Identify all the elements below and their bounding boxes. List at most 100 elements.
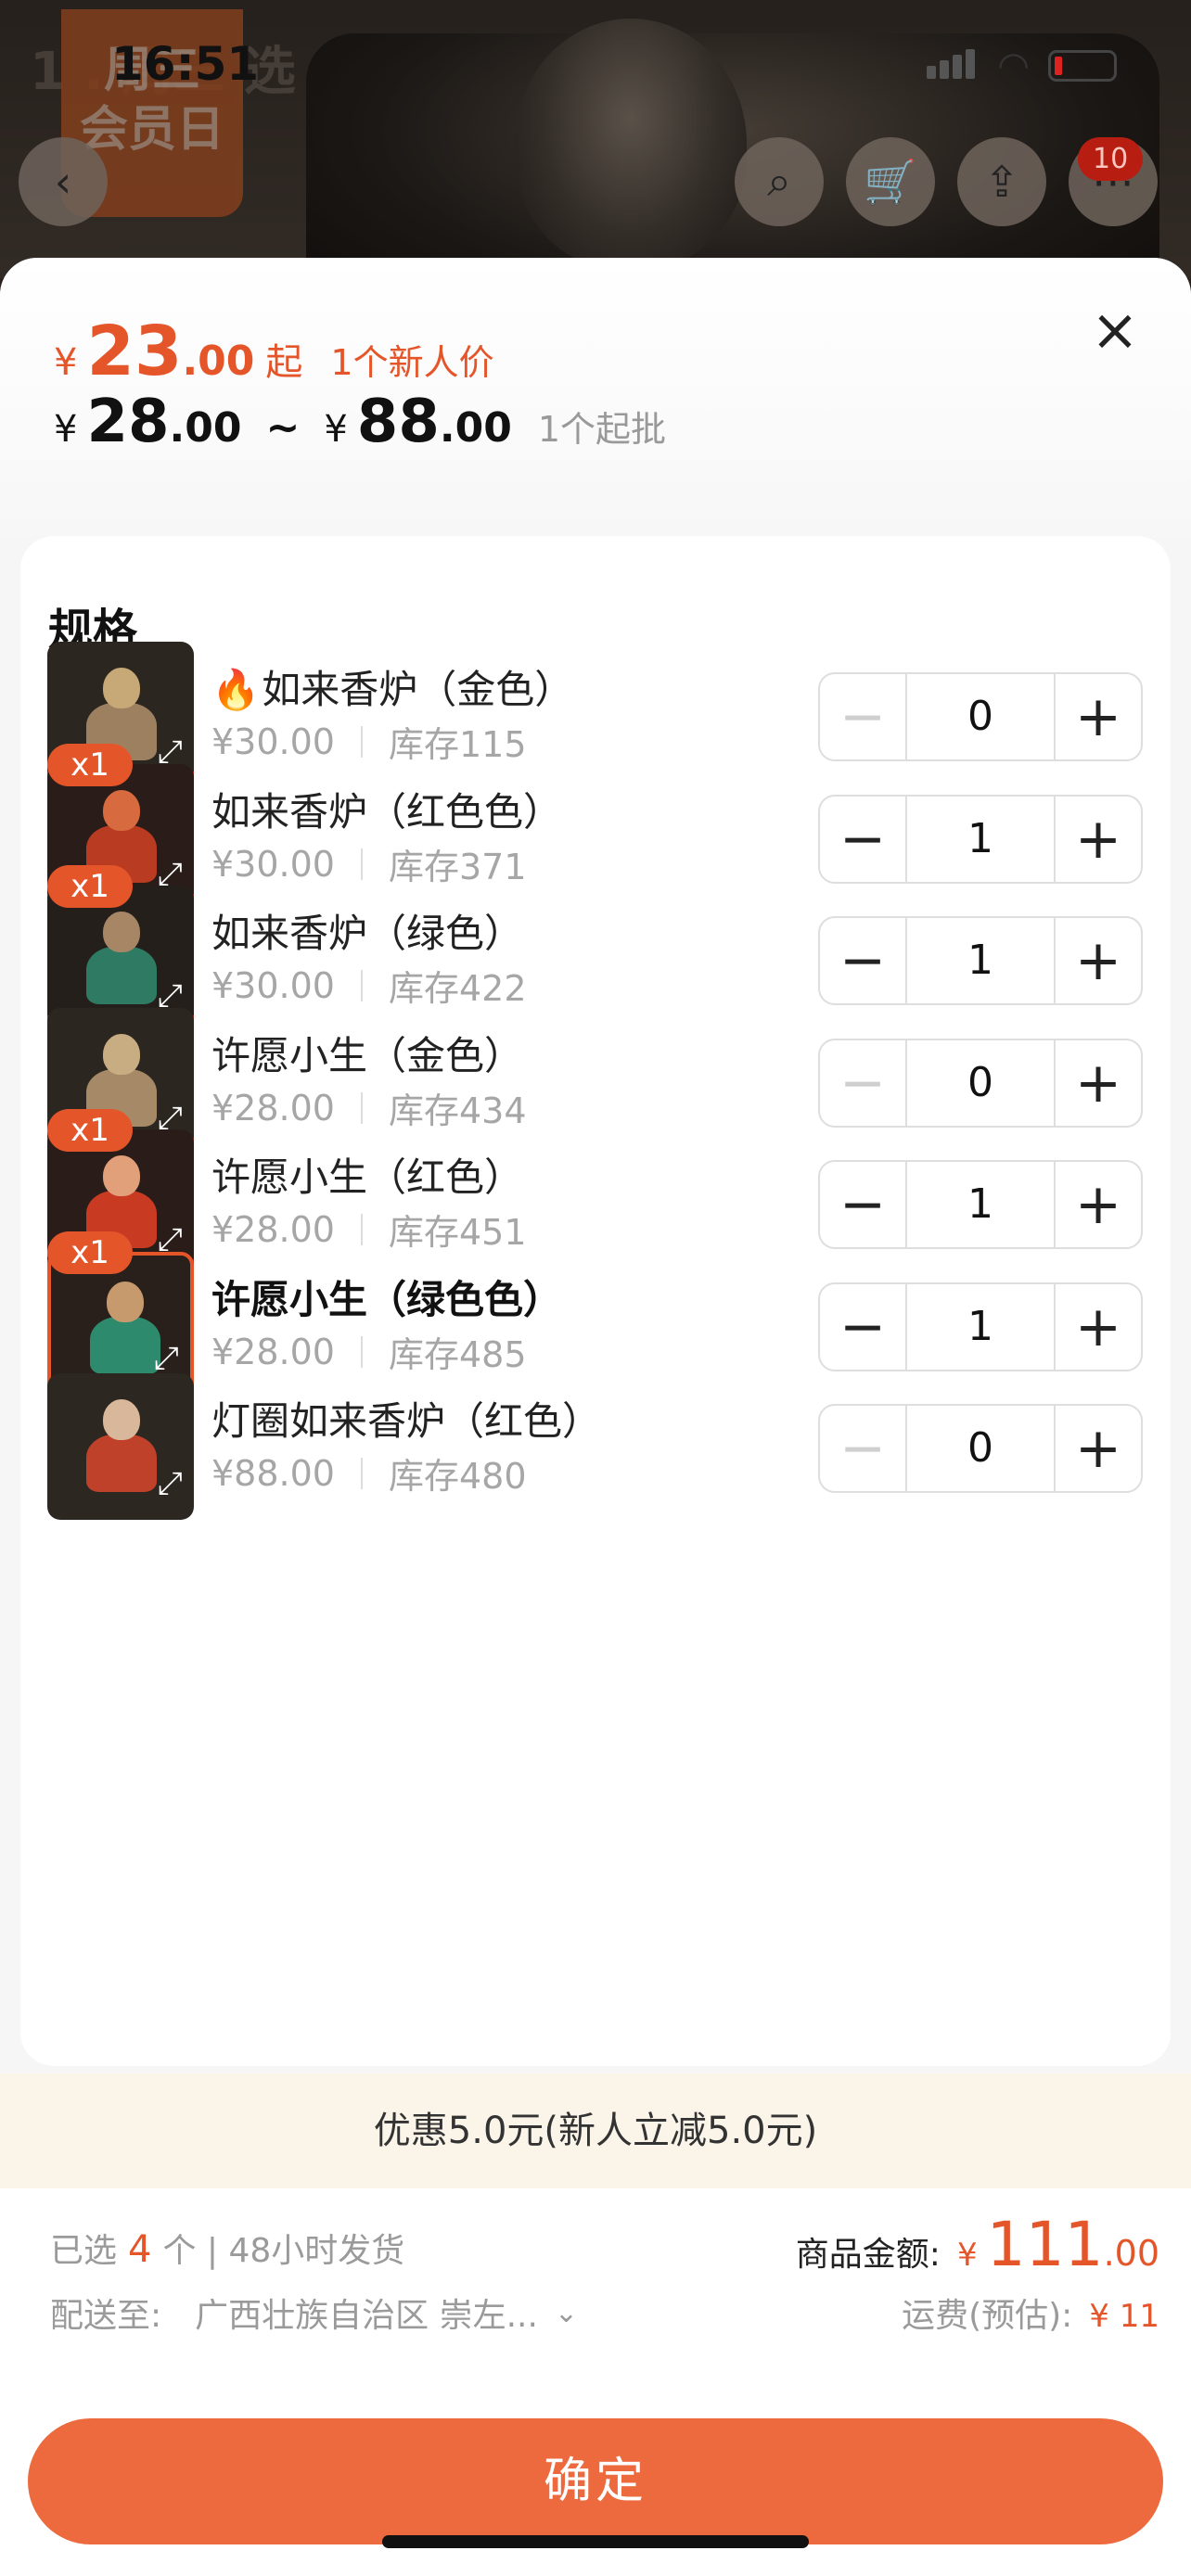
goods-amount: 商品金额: ¥ 111 .00 bbox=[796, 2209, 1159, 2280]
divider bbox=[360, 1457, 363, 1489]
discount-bar: 优惠5.0元(新人立减5.0元) bbox=[0, 2073, 1191, 2188]
expand-icon[interactable]: ⤢ bbox=[154, 1343, 179, 1374]
fire-icon: 🔥 bbox=[211, 667, 261, 712]
minus-icon[interactable]: − bbox=[820, 1406, 907, 1491]
signal-icon bbox=[927, 49, 979, 83]
price-range: ¥ 28 .00 ~ ¥ 88 .00 1个起批 bbox=[54, 388, 666, 456]
expand-icon[interactable]: ⤢ bbox=[158, 980, 183, 1012]
selected-suffix: 个 | 48小时发货 bbox=[162, 2232, 405, 2270]
quantity-stepper: −0 + bbox=[818, 1404, 1143, 1493]
amount-decimal: .00 bbox=[1103, 2233, 1159, 2274]
quantity-stepper: −1 + bbox=[818, 1160, 1143, 1249]
figurine-image bbox=[83, 1399, 159, 1501]
new-price-decimal: .00 bbox=[182, 338, 255, 385]
back-icon[interactable]: ‹ bbox=[19, 137, 108, 226]
quantity-stepper: −0 + bbox=[818, 1039, 1143, 1128]
divider bbox=[360, 848, 363, 880]
freight-label: 运费(预估): bbox=[902, 2297, 1073, 2335]
spec-meta: ¥30.00 库存422 bbox=[211, 960, 527, 1011]
minus-icon[interactable]: − bbox=[820, 674, 907, 759]
divider bbox=[360, 725, 363, 758]
plus-icon[interactable]: + bbox=[1054, 674, 1141, 759]
wifi-icon: ◠ bbox=[997, 45, 1030, 87]
quantity-value[interactable]: 1 bbox=[907, 797, 1054, 882]
spec-price: ¥28.00 bbox=[211, 1087, 335, 1129]
spec-stock: 库存434 bbox=[388, 1090, 527, 1131]
quantity-stepper: −1 + bbox=[818, 916, 1143, 1005]
price-header: × ¥ 23 .00 起 1个新人价 ¥ 28 .00 ~ ¥ 88 .00 1… bbox=[0, 258, 1191, 536]
plus-icon[interactable]: + bbox=[1054, 797, 1141, 882]
spec-meta: ¥28.00 库存451 bbox=[211, 1204, 527, 1255]
quantity-badge: x1 bbox=[47, 1231, 133, 1274]
spec-meta: ¥28.00 库存485 bbox=[211, 1326, 527, 1377]
new-price-suffix: 起 bbox=[265, 341, 303, 384]
minus-icon[interactable]: − bbox=[820, 1162, 907, 1247]
quantity-badge: x1 bbox=[47, 1109, 133, 1152]
quantity-value[interactable]: 0 bbox=[907, 1406, 1054, 1491]
plus-icon[interactable]: + bbox=[1054, 1406, 1141, 1491]
range-min-integer: 28 bbox=[86, 388, 170, 456]
spec-stock: 库存451 bbox=[388, 1212, 527, 1253]
freight-value: ¥ 11 bbox=[1089, 2298, 1159, 2335]
spec-price: ¥30.00 bbox=[211, 964, 335, 1006]
plus-icon[interactable]: + bbox=[1054, 918, 1141, 1003]
figurine-image bbox=[83, 912, 159, 1014]
share-icon[interactable]: ⇪ bbox=[957, 137, 1046, 226]
spec-name: 许愿小生（红色） bbox=[211, 1146, 523, 1203]
currency-symbol: ¥ bbox=[54, 408, 78, 451]
quantity-value[interactable]: 0 bbox=[907, 674, 1054, 759]
spec-name-text: 如来香炉（绿色） bbox=[211, 911, 524, 956]
quantity-value[interactable]: 1 bbox=[907, 1162, 1054, 1247]
spec-name-text: 灯圈如来香炉（红色） bbox=[211, 1398, 602, 1444]
quantity-badge: x1 bbox=[47, 744, 133, 786]
confirm-button[interactable]: 确定 bbox=[28, 2418, 1163, 2544]
divider bbox=[360, 1091, 363, 1124]
spec-price: ¥30.00 bbox=[211, 721, 335, 762]
search-icon[interactable]: ⌕ bbox=[735, 137, 824, 226]
spec-thumbnail[interactable]: ⤢ bbox=[47, 1373, 194, 1520]
currency-symbol: ¥ bbox=[54, 341, 78, 384]
quantity-stepper: −1 + bbox=[818, 795, 1143, 884]
amount-label: 商品金额: bbox=[795, 2236, 941, 2274]
expand-icon[interactable]: ⤢ bbox=[158, 736, 183, 768]
min-order-note: 1个起批 bbox=[537, 409, 666, 450]
minus-icon[interactable]: − bbox=[820, 1040, 907, 1126]
spec-stock: 库存480 bbox=[388, 1456, 527, 1497]
spec-card: 规格 ⤢金莲如来(金色) 宽8.5cm×高12cm🔥如来香炉（金色）¥30.00… bbox=[20, 536, 1171, 2066]
quantity-value[interactable]: 1 bbox=[907, 918, 1054, 1003]
spec-name-text: 许愿小生（金色） bbox=[211, 1033, 524, 1078]
plus-icon[interactable]: + bbox=[1054, 1040, 1141, 1126]
expand-icon[interactable]: ⤢ bbox=[158, 1468, 183, 1499]
chevron-down-icon: ⌄ bbox=[554, 2296, 579, 2329]
plus-icon[interactable]: + bbox=[1054, 1162, 1141, 1247]
product-header-background: 1 . 周三 选 周三 会员日 16:51 ◠ ‹ ⌕ 🛒 ⇪ ⋯ 10 bbox=[0, 0, 1191, 278]
plus-icon[interactable]: + bbox=[1054, 1284, 1141, 1370]
expand-icon[interactable]: ⤢ bbox=[158, 1224, 183, 1256]
quantity-badge: x1 bbox=[47, 865, 133, 908]
minus-icon[interactable]: − bbox=[820, 1284, 907, 1370]
ship-address: 广西壮族自治区 崇左... bbox=[195, 2297, 538, 2335]
selected-summary: 已选 4 个 | 48小时发货 bbox=[50, 2224, 404, 2272]
minus-icon[interactable]: − bbox=[820, 918, 907, 1003]
quantity-value[interactable]: 0 bbox=[907, 1040, 1054, 1126]
status-time: 16:51 bbox=[111, 37, 260, 91]
divider bbox=[360, 1213, 363, 1245]
shipping-address-selector[interactable]: 配送至: 广西壮族自治区 崇左... ⌄ bbox=[50, 2289, 578, 2337]
range-min-decimal: .00 bbox=[169, 404, 242, 452]
home-indicator bbox=[382, 2535, 809, 2548]
quantity-value[interactable]: 1 bbox=[907, 1284, 1054, 1370]
spec-name: 如来香炉（绿色） bbox=[211, 902, 523, 959]
selected-count: 4 bbox=[128, 2228, 152, 2271]
spec-stock: 库存115 bbox=[388, 724, 527, 765]
order-footer: 已选 4 个 | 48小时发货 配送至: 广西壮族自治区 崇左... ⌄ 商品金… bbox=[0, 2188, 1191, 2576]
spec-price: ¥28.00 bbox=[211, 1331, 335, 1372]
minus-icon[interactable]: − bbox=[820, 797, 907, 882]
close-icon[interactable]: × bbox=[1085, 301, 1145, 362]
spec-stock: 库存422 bbox=[388, 968, 527, 1009]
range-max-integer: 88 bbox=[356, 388, 440, 456]
new-user-price: ¥ 23 .00 起 1个新人价 bbox=[54, 312, 494, 391]
selected-prefix: 已选 bbox=[50, 2232, 118, 2270]
amount-integer: 111 bbox=[986, 2209, 1104, 2280]
cart-icon[interactable]: 🛒 bbox=[846, 137, 935, 226]
spec-name-text: 如来香炉（金色） bbox=[262, 667, 574, 712]
